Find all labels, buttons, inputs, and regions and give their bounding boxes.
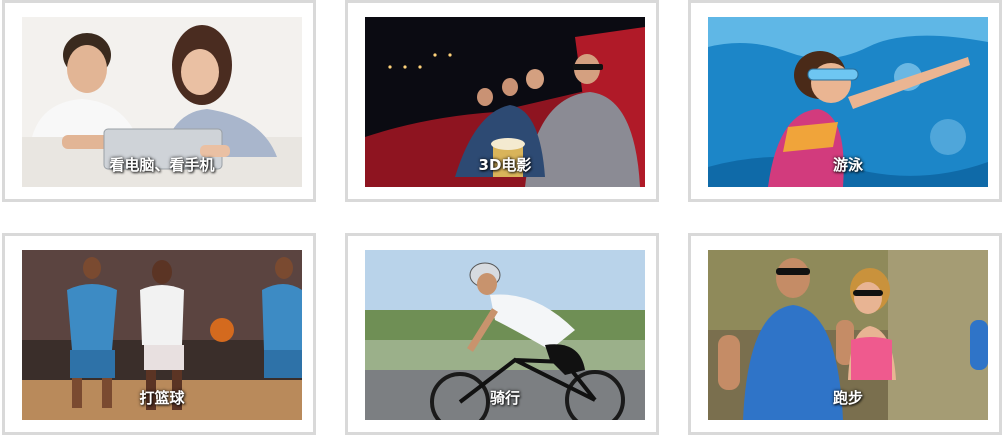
activity-card-swimming[interactable]: 游泳 bbox=[688, 0, 1002, 202]
girl-swimming-photo: 游泳 bbox=[708, 17, 988, 187]
activity-card-3d-movie[interactable]: 3D电影 bbox=[345, 0, 659, 202]
cyclist-photo: 骑行 bbox=[365, 250, 645, 420]
card-caption: 打篮球 bbox=[139, 389, 185, 407]
card-caption: 看电脑、看手机 bbox=[109, 156, 215, 174]
activity-card-running[interactable]: 跑步 bbox=[688, 233, 1002, 435]
basketball-game-photo: 打篮球 bbox=[22, 250, 302, 420]
card-caption: 骑行 bbox=[489, 389, 520, 407]
couple-tablet-photo: 看电脑、看手机 bbox=[22, 17, 302, 187]
activity-card-cycling[interactable]: 骑行 bbox=[345, 233, 659, 435]
card-caption: 3D电影 bbox=[478, 156, 532, 174]
activity-card-basketball[interactable]: 打篮球 bbox=[2, 233, 316, 435]
card-caption: 游泳 bbox=[832, 156, 863, 174]
cinema-audience-photo: 3D电影 bbox=[365, 17, 645, 187]
runners-photo: 跑步 bbox=[708, 250, 988, 420]
activity-card-computer-phone[interactable]: 看电脑、看手机 bbox=[2, 0, 316, 202]
card-caption: 跑步 bbox=[832, 389, 863, 407]
